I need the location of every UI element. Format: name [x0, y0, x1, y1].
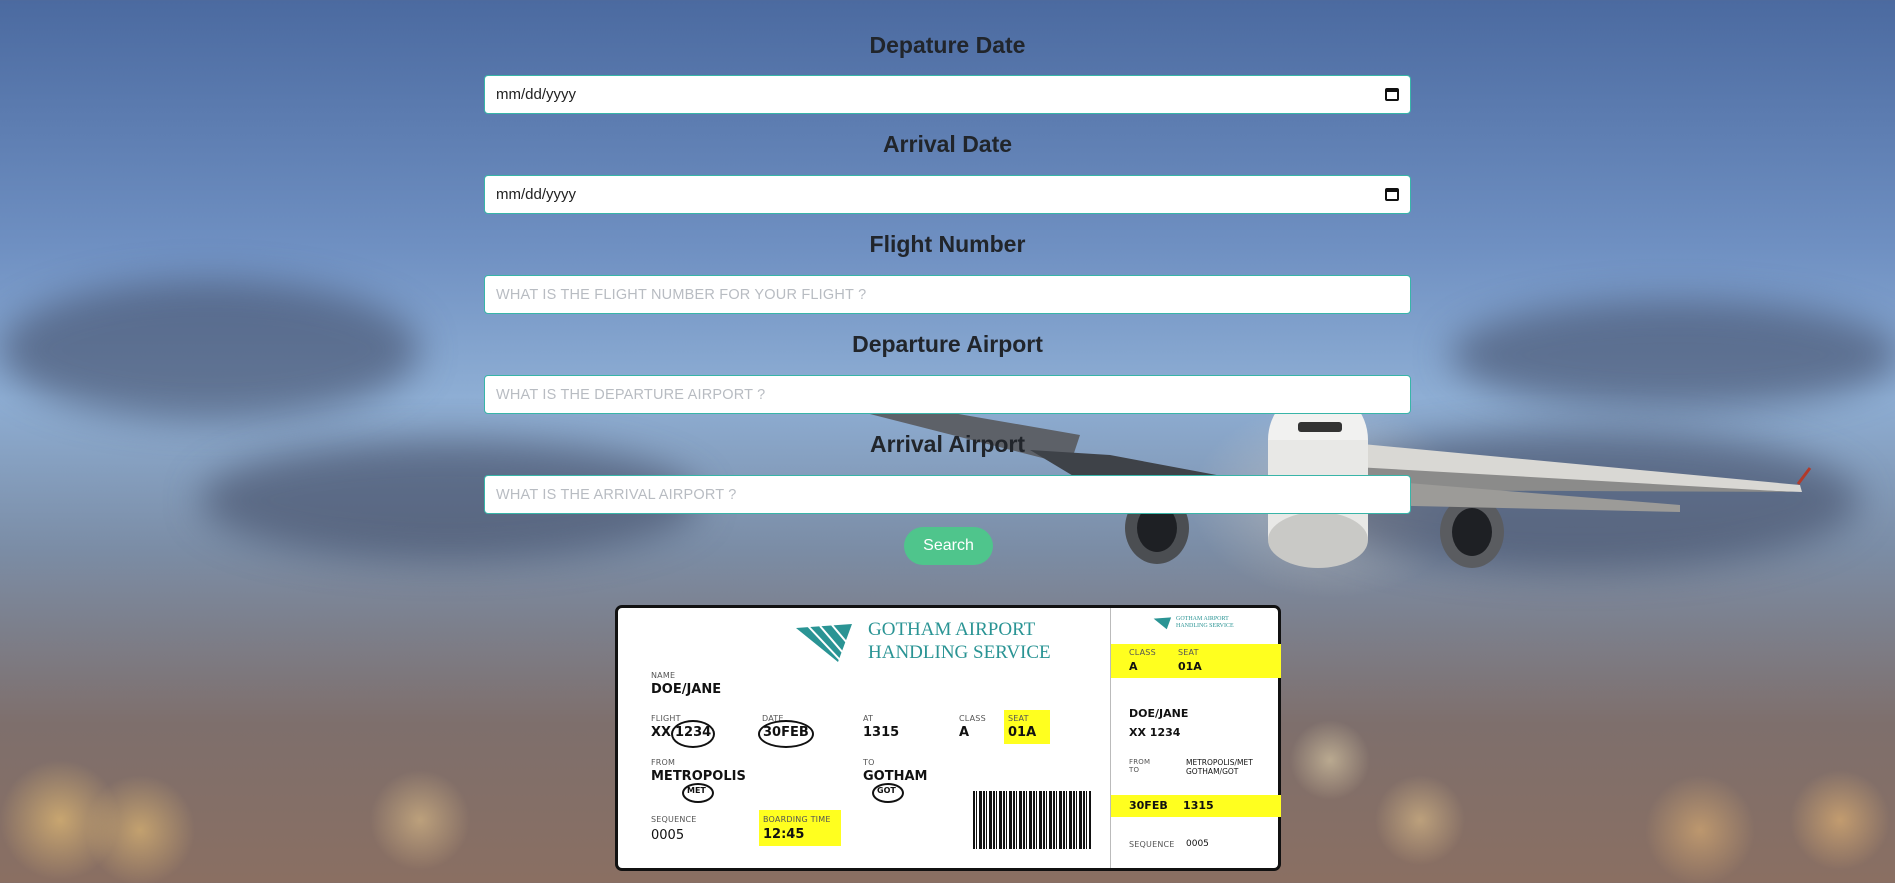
stub-class: A	[1129, 660, 1138, 673]
ticket-time: 1315	[863, 725, 900, 740]
calendar-icon[interactable]	[1385, 88, 1399, 101]
arrival-date-label: Arrival Date	[882, 131, 1013, 157]
departure-airport-placeholder: WHAT IS THE DEPARTURE AIRPORT ?	[496, 386, 766, 403]
flight-number-input[interactable]: WHAT IS THE FLIGHT NUMBER FOR YOUR FLIGH…	[484, 275, 1411, 314]
barcode-image	[973, 791, 1091, 849]
at-label: AT	[863, 714, 874, 723]
stub-route-to: GOTHAM/GOT	[1186, 767, 1239, 776]
stub-seat-label: SEAT	[1178, 648, 1199, 657]
background-cloud	[0, 280, 420, 420]
stub-brand-line1: GOTHAM AIRPORT	[1176, 616, 1229, 622]
stub-logo-icon	[1153, 617, 1172, 630]
departure-date-input[interactable]: mm/dd/yyyy	[484, 75, 1411, 114]
arrival-airport-placeholder: WHAT IS THE ARRIVAL AIRPORT ?	[496, 486, 737, 503]
sequence-label: SEQUENCE	[651, 815, 697, 824]
stub-flight: XX 1234	[1129, 726, 1181, 739]
stub-route-from: METROPOLIS/MET	[1186, 758, 1253, 767]
passenger-name: DOE/JANE	[651, 682, 722, 697]
calendar-icon[interactable]	[1385, 188, 1399, 201]
arrival-date-value: mm/dd/yyyy	[496, 186, 577, 203]
stub-to-label: TO	[1129, 766, 1140, 774]
brand-line1: GOTHAM AIRPORT	[868, 619, 1036, 640]
flight-number-placeholder: WHAT IS THE FLIGHT NUMBER FOR YOUR FLIGH…	[496, 286, 867, 303]
brand-line2: HANDLING SERVICE	[868, 642, 1051, 663]
flight-number-label: Flight Number	[869, 231, 1026, 257]
ticket-from: METROPOLIS	[651, 769, 746, 784]
arrival-airport-input[interactable]: WHAT IS THE ARRIVAL AIRPORT ?	[484, 475, 1411, 514]
boarding-label: BOARDING TIME	[763, 815, 831, 824]
stub-class-label: CLASS	[1129, 648, 1156, 657]
stub-sequence-label: SEQUENCE	[1129, 840, 1175, 849]
to-code: GOT	[877, 786, 896, 795]
boarding-pass-image: GOTHAM AIRPORT HANDLING SERVICE NAME DOE…	[615, 605, 1281, 871]
departure-airport-input[interactable]: WHAT IS THE DEPARTURE AIRPORT ?	[484, 375, 1411, 414]
stub-from-label: FROM	[1129, 758, 1151, 766]
stub-sequence: 0005	[1186, 839, 1209, 849]
flight-prefix: XX	[651, 725, 672, 740]
seat-label: SEAT	[1008, 714, 1029, 723]
ticket-to: GOTHAM	[863, 769, 928, 784]
arrival-date-input[interactable]: mm/dd/yyyy	[484, 175, 1411, 214]
boarding-time: 12:45	[763, 827, 805, 842]
search-button[interactable]: Search	[904, 527, 993, 565]
stub-name: DOE/JANE	[1129, 707, 1189, 720]
class-label: CLASS	[959, 714, 986, 723]
from-code: MET	[687, 786, 706, 795]
ticket-class: A	[959, 725, 970, 740]
arrival-airport-label: Arrival Airport	[869, 431, 1026, 457]
ticket-sequence: 0005	[651, 828, 685, 843]
name-label: NAME	[651, 671, 676, 680]
departure-airport-label: Departure Airport	[852, 331, 1043, 357]
ticket-date: 30FEB	[763, 725, 809, 740]
flight-label: FLIGHT	[651, 714, 681, 723]
stub-date-time: 30FEB 1315	[1129, 799, 1214, 812]
to-label: TO	[863, 758, 875, 767]
departure-date-value: mm/dd/yyyy	[496, 86, 577, 103]
airport-logo-icon	[796, 624, 852, 662]
flight-search-form: Depature Date mm/dd/yyyy Arrival Date mm…	[484, 0, 1411, 514]
stub-seat: 01A	[1178, 660, 1202, 673]
ticket-seat: 01A	[1008, 725, 1037, 740]
flight-number: 1234	[675, 725, 712, 740]
stub-brand-line2: HANDLING SERVICE	[1176, 623, 1234, 629]
departure-date-label: Depature Date	[869, 32, 1026, 58]
from-label: FROM	[651, 758, 676, 767]
